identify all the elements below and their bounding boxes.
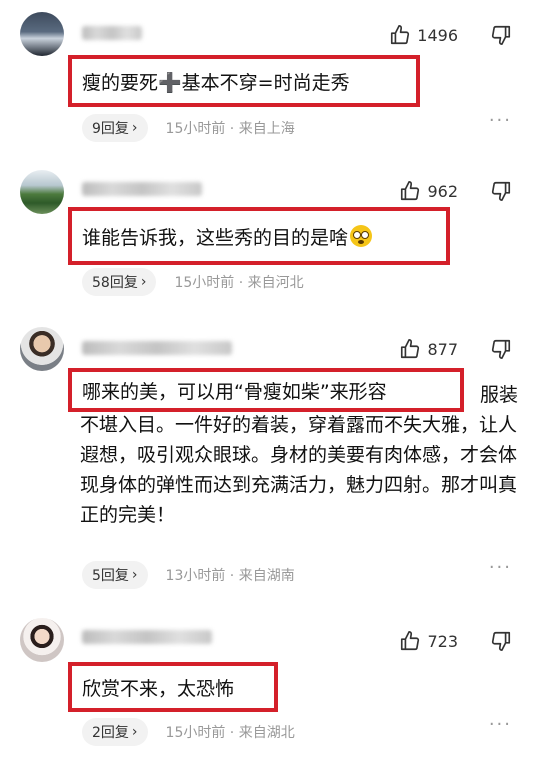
avatar[interactable]: [20, 12, 64, 56]
timestamp-location: 13小时前 · 来自湖南: [165, 568, 295, 584]
chevron-right-icon: ›: [131, 567, 138, 583]
thumbs-up-icon: [401, 339, 420, 359]
avatar[interactable]: [20, 327, 64, 371]
thumbs-down-icon: [491, 25, 511, 45]
thumbs-down-icon: [491, 339, 511, 359]
comment-item: 723 欣赏不来，太恐怖 2回复 › 15小时前 · 来自湖北 ···: [0, 610, 536, 767]
reply-count: 58回复: [92, 275, 138, 291]
timestamp-location: 15小时前 · 来自湖北: [165, 725, 295, 741]
dislike-button[interactable]: [490, 338, 512, 364]
more-dots-icon[interactable]: ···: [489, 557, 512, 578]
avatar[interactable]: [20, 618, 64, 662]
reply-count: 9回复: [92, 121, 129, 137]
like-count: 723: [427, 631, 458, 651]
username-blurred[interactable]: [82, 26, 142, 40]
reply-button[interactable]: 5回复 ›: [82, 561, 148, 589]
more-dots-icon[interactable]: ···: [489, 714, 512, 735]
like-button[interactable]: 962: [399, 180, 458, 202]
username-blurred[interactable]: [82, 182, 202, 196]
username-blurred[interactable]: [82, 341, 232, 355]
thumbs-up-icon: [391, 25, 410, 45]
reply-button[interactable]: 2回复 ›: [82, 718, 148, 746]
comment-meta: 5回复 › 13小时前 · 来自湖南: [82, 561, 295, 589]
comment-text-highlighted: 欣赏不来，太恐怖: [68, 662, 278, 712]
comment-meta: 58回复 › 15小时前 · 来自河北: [82, 268, 304, 296]
reply-button[interactable]: 58回复 ›: [82, 268, 157, 296]
comment-item: 1496 瘦的要死➕基本不穿=时尚走秀 9回复 › 15小时前 · 来自上海 ·…: [0, 0, 536, 150]
like-count: 1496: [417, 25, 458, 45]
reply-count: 5回复: [92, 568, 129, 584]
comment-continuation: 服装不堪入目。一件好的着装，穿着露而不失大雅，让人遐想，吸引观众眼球。身材的美要…: [80, 384, 519, 526]
chevron-right-icon: ›: [131, 724, 138, 740]
thumbs-down-icon: [491, 631, 511, 651]
like-button[interactable]: 877: [399, 338, 458, 360]
comment-item: 877 哪来的美，可以用“骨瘦如柴”来形容 服装不堪入目。一件好的着装，穿着露而…: [0, 315, 536, 600]
dislike-button[interactable]: [490, 630, 512, 656]
more-dots-icon[interactable]: ···: [489, 110, 512, 131]
comment-meta: 9回复 › 15小时前 · 来自上海: [82, 114, 295, 142]
like-button[interactable]: 1496: [389, 24, 458, 46]
comment-text: 瘦的要死➕基本不穿=时尚走秀: [82, 71, 350, 94]
timestamp-location: 15小时前 · 来自上海: [165, 121, 295, 137]
comment-meta: 2回复 › 15小时前 · 来自湖北: [82, 718, 295, 746]
thumbs-up-icon: [401, 631, 420, 651]
like-count: 877: [427, 339, 458, 359]
flushed-face-icon: [350, 225, 373, 247]
avatar[interactable]: [20, 170, 64, 214]
chevron-right-icon: ›: [140, 274, 147, 290]
username-blurred[interactable]: [82, 630, 212, 644]
reply-count: 2回复: [92, 725, 129, 741]
comment-text-highlighted: 瘦的要死➕基本不穿=时尚走秀: [68, 55, 420, 107]
like-button[interactable]: 723: [399, 630, 458, 652]
dislike-button[interactable]: [490, 180, 512, 206]
timestamp-location: 15小时前 · 来自河北: [174, 275, 304, 291]
comment-text: 谁能告诉我，这些秀的目的是啥: [82, 226, 349, 249]
comment-text-highlighted: 谁能告诉我，这些秀的目的是啥: [68, 207, 450, 265]
chevron-right-icon: ›: [131, 120, 138, 136]
reply-button[interactable]: 9回复 ›: [82, 114, 148, 142]
like-count: 962: [427, 181, 458, 201]
thumbs-up-icon: [401, 181, 420, 201]
comment-item: 962 谁能告诉我，这些秀的目的是啥 58回复 › 15小时前 · 来自河北: [0, 160, 536, 310]
thumbs-down-icon: [491, 181, 511, 201]
comment-text: 欣赏不来，太恐怖: [82, 677, 235, 700]
dislike-button[interactable]: [490, 24, 512, 50]
